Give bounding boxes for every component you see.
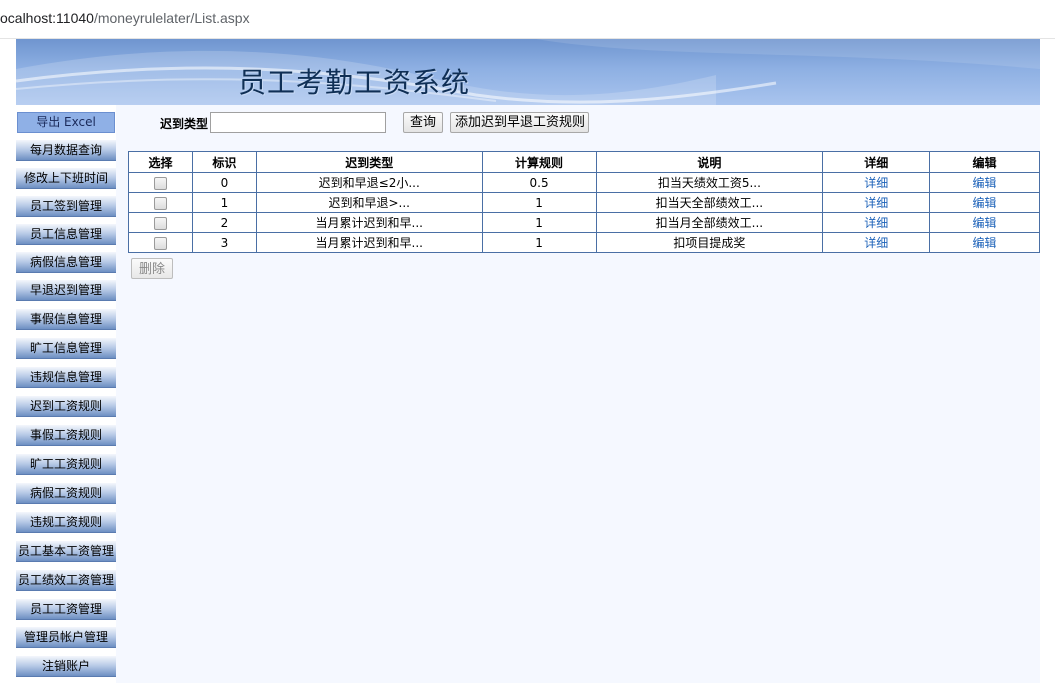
header-calc-rule: 计算规则 (481, 151, 597, 173)
table-header-row: 选择 标识 迟到类型 计算规则 说明 详细 编辑 (128, 151, 1040, 173)
detail-link[interactable]: 详细 (864, 216, 888, 230)
row-checkbox[interactable] (153, 196, 167, 210)
query-button[interactable]: 查询 (403, 112, 443, 133)
sidebar-item-personal-leave[interactable]: 事假信息管理 (16, 309, 116, 330)
sidebar-item-performance-salary[interactable]: 员工绩效工资管理 (16, 570, 116, 591)
detail-cell: 详细 (822, 232, 931, 253)
add-rule-button[interactable]: 添加迟到早退工资规则 (450, 112, 589, 133)
table-row: 3 当月累计迟到和早... 1 扣项目提成奖 详细 编辑 (128, 232, 1040, 253)
id-cell: 0 (191, 172, 257, 193)
type-cell: 迟到和早退≤2小... (255, 172, 483, 193)
id-cell: 3 (191, 232, 257, 253)
edit-link[interactable]: 编辑 (973, 236, 997, 250)
rule-cell: 1 (481, 232, 597, 253)
rules-table: 选择 标识 迟到类型 计算规则 说明 详细 编辑 0 迟到和早退≤2小... 0… (128, 151, 1040, 253)
late-type-label: 迟到类型 (160, 117, 209, 131)
type-cell: 迟到和早退>... (255, 192, 483, 213)
header-description: 说明 (595, 151, 824, 173)
edit-cell: 编辑 (929, 232, 1040, 253)
sidebar-item-violation[interactable]: 违规信息管理 (16, 367, 116, 388)
header-late-type: 迟到类型 (255, 151, 483, 173)
detail-link[interactable]: 详细 (864, 236, 888, 250)
late-type-input[interactable] (210, 112, 386, 133)
sidebar-item-violation-rule[interactable]: 违规工资规则 (16, 512, 116, 533)
sidebar: 导出 Excel 每月数据查询 修改上下班时间 员工签到管理 员工信息管理 病假… (16, 105, 116, 683)
header-select: 选择 (128, 151, 193, 173)
export-excel-button[interactable]: 导出 Excel (17, 112, 115, 133)
sidebar-item-employee-info[interactable]: 员工信息管理 (16, 224, 116, 245)
rule-cell: 0.5 (481, 172, 597, 193)
rule-cell: 1 (481, 212, 597, 233)
edit-cell: 编辑 (929, 192, 1040, 213)
edit-cell: 编辑 (929, 172, 1040, 193)
address-url[interactable]: ocalhost:11040/moneyrulelater/List.aspx (0, 10, 250, 26)
row-checkbox[interactable] (153, 236, 167, 250)
select-cell (128, 192, 193, 213)
sidebar-item-admin-account[interactable]: 管理员帐户管理 (16, 627, 116, 648)
desc-cell: 扣项目提成奖 (595, 232, 824, 253)
header-detail: 详细 (822, 151, 931, 173)
table-row: 2 当月累计迟到和早... 1 扣当月全部绩效工... 详细 编辑 (128, 212, 1040, 233)
sidebar-item-late-early[interactable]: 早退迟到管理 (16, 280, 116, 301)
table-row: 0 迟到和早退≤2小... 0.5 扣当天绩效工资5... 详细 编辑 (128, 172, 1040, 193)
sidebar-item-logout[interactable]: 注销账户 (16, 656, 116, 677)
desc-cell: 扣当月全部绩效工... (595, 212, 824, 233)
desc-cell: 扣当天全部绩效工... (595, 192, 824, 213)
edit-cell: 编辑 (929, 212, 1040, 233)
system-title: 员工考勤工资系统 (238, 66, 471, 99)
header-edit: 编辑 (929, 151, 1040, 173)
sidebar-item-sick-leave[interactable]: 病假信息管理 (16, 252, 116, 273)
delete-button[interactable]: 删除 (131, 258, 173, 279)
edit-link[interactable]: 编辑 (973, 196, 997, 210)
sidebar-item-signin[interactable]: 员工签到管理 (16, 196, 116, 217)
url-path: /moneyrulelater/List.aspx (93, 10, 250, 26)
sidebar-item-late-rule[interactable]: 迟到工资规则 (16, 396, 116, 417)
sidebar-item-absence-rule[interactable]: 旷工工资规则 (16, 454, 116, 475)
detail-link[interactable]: 详细 (864, 176, 888, 190)
banner-wave-decoration (16, 39, 1040, 105)
sidebar-item-sick-rule[interactable]: 病假工资规则 (16, 483, 116, 504)
desc-cell: 扣当天绩效工资5... (595, 172, 824, 193)
row-checkbox[interactable] (153, 216, 167, 230)
sidebar-item-absence[interactable]: 旷工信息管理 (16, 338, 116, 359)
edit-link[interactable]: 编辑 (973, 216, 997, 230)
sidebar-item-leave-rule[interactable]: 事假工资规则 (16, 425, 116, 446)
sidebar-item-salary[interactable]: 员工工资管理 (16, 599, 116, 620)
page: 员工考勤工资系统 导出 Excel 每月数据查询 修改上下班时间 员工签到管理 … (0, 39, 1055, 683)
detail-cell: 详细 (822, 212, 931, 233)
select-cell (128, 172, 193, 193)
select-cell (128, 212, 193, 233)
row-checkbox[interactable] (153, 176, 167, 190)
detail-cell: 详细 (822, 192, 931, 213)
main-panel: 迟到类型 查询 添加迟到早退工资规则 选择 标识 迟到类型 计算规则 说明 详细 (128, 105, 1040, 683)
content-area: 导出 Excel 每月数据查询 修改上下班时间 员工签到管理 员工信息管理 病假… (16, 105, 1040, 683)
rule-cell: 1 (481, 192, 597, 213)
select-cell (128, 232, 193, 253)
detail-cell: 详细 (822, 172, 931, 193)
type-cell: 当月累计迟到和早... (255, 232, 483, 253)
browser-address-bar[interactable]: ocalhost:11040/moneyrulelater/List.aspx (0, 0, 1055, 39)
header-banner: 员工考勤工资系统 (16, 39, 1040, 105)
detail-link[interactable]: 详细 (864, 196, 888, 210)
sidebar-item-work-hours[interactable]: 修改上下班时间 (16, 168, 116, 189)
table-row: 1 迟到和早退>... 1 扣当天全部绩效工... 详细 编辑 (128, 192, 1040, 213)
sidebar-item-base-salary[interactable]: 员工基本工资管理 (16, 541, 116, 562)
url-host: ocalhost:11040 (0, 10, 94, 26)
type-cell: 当月累计迟到和早... (255, 212, 483, 233)
sidebar-item-monthly-query[interactable]: 每月数据查询 (16, 140, 116, 161)
id-cell: 2 (191, 212, 257, 233)
edit-link[interactable]: 编辑 (973, 176, 997, 190)
id-cell: 1 (191, 192, 257, 213)
header-id: 标识 (191, 151, 257, 173)
